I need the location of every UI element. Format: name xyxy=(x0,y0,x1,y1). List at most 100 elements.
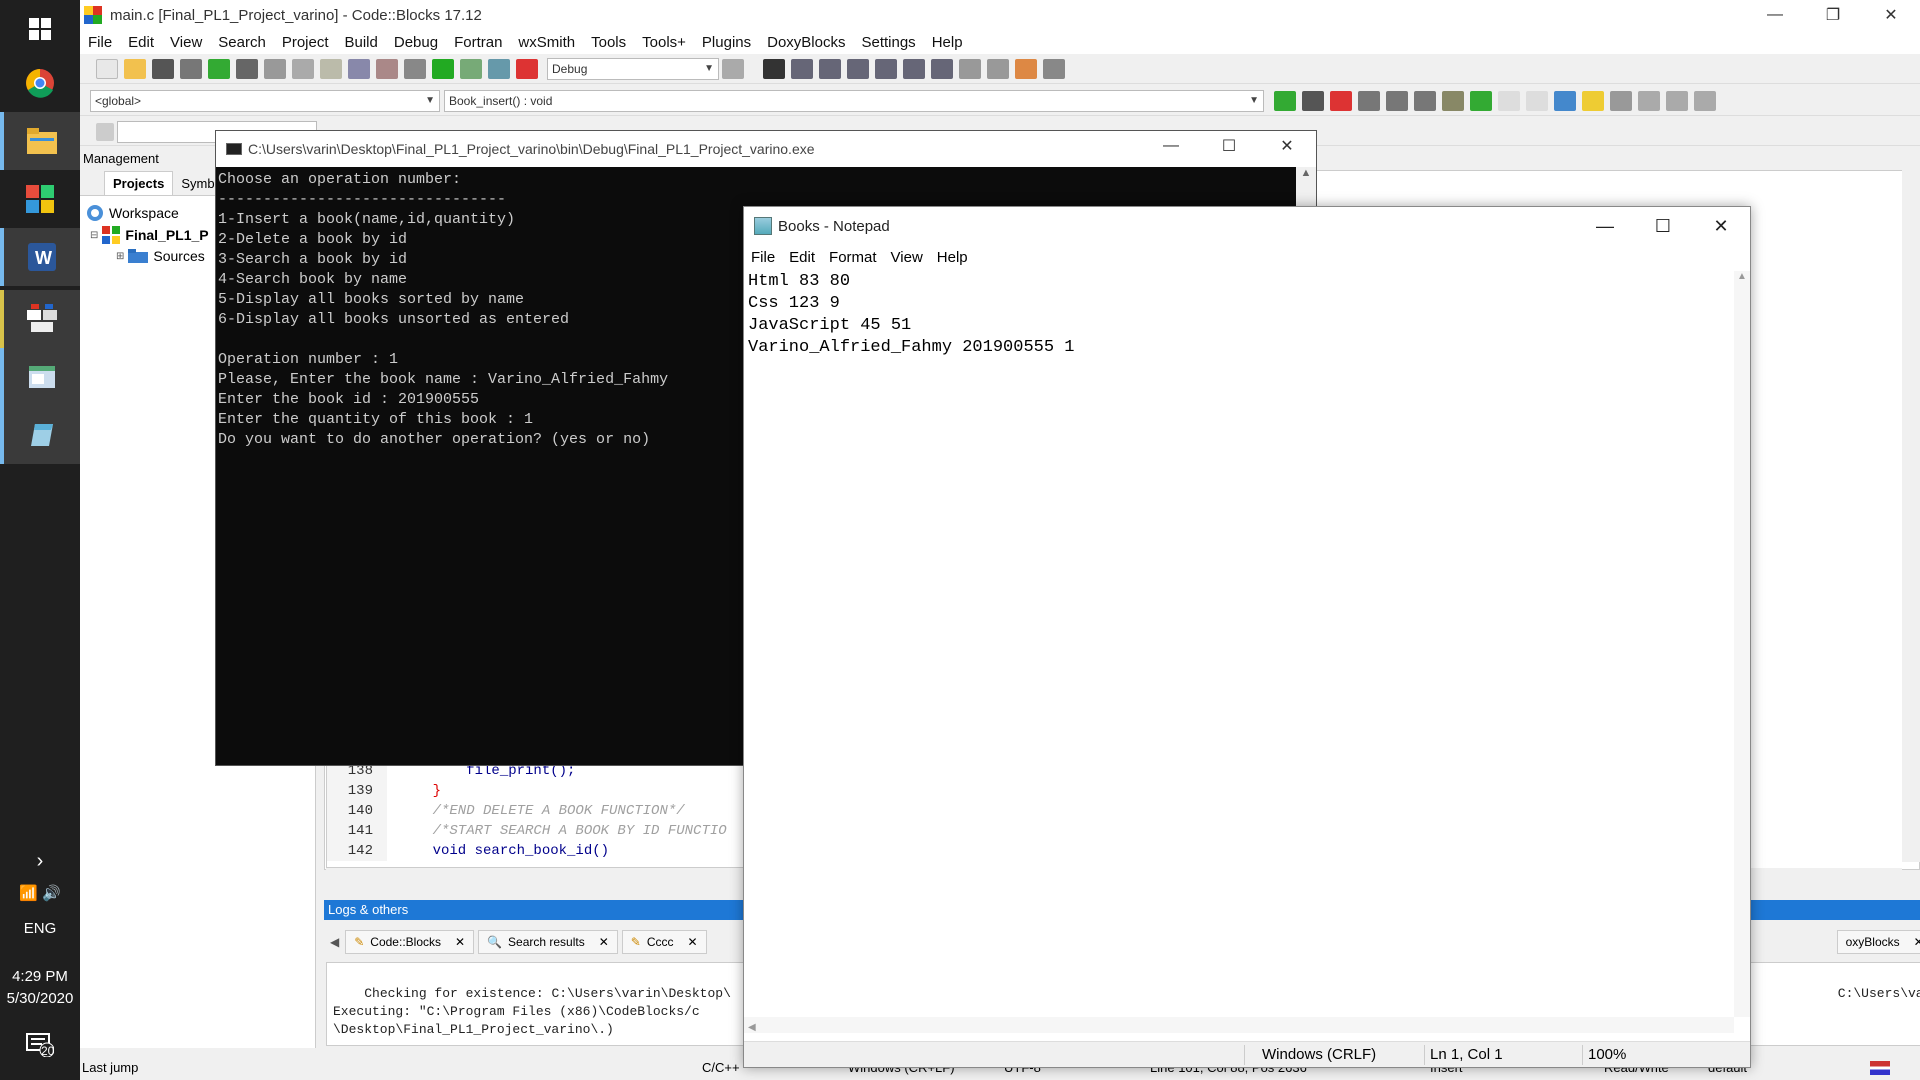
menu-file[interactable]: File xyxy=(80,34,120,51)
minimize-button[interactable]: — xyxy=(1746,0,1804,30)
nav-back-icon[interactable] xyxy=(1638,90,1660,111)
notepad-menu-help[interactable]: Help xyxy=(930,249,975,266)
console-maximize-button[interactable]: ☐ xyxy=(1200,131,1258,161)
action-center-button[interactable]: 20 xyxy=(0,1020,80,1070)
log-tab-codeblocks[interactable]: ✎ Code::Blocks ✕ xyxy=(345,930,475,954)
editor-vertical-scrollbar[interactable] xyxy=(1902,152,1920,862)
log-tab-cccc[interactable]: ✎ Cccc ✕ xyxy=(621,930,707,954)
close-icon[interactable]: ✕ xyxy=(599,935,609,949)
menu-search[interactable]: Search xyxy=(210,34,274,51)
menu-settings[interactable]: Settings xyxy=(853,34,923,51)
collapse-icon[interactable]: ⊟ xyxy=(90,230,98,241)
run-to-cursor-icon[interactable] xyxy=(791,58,813,79)
clear-bookmarks-icon[interactable] xyxy=(1414,90,1436,111)
tree-sources[interactable]: ⊞ Sources xyxy=(116,248,205,264)
taskbar-file-explorer[interactable] xyxy=(0,112,80,170)
new-file-icon[interactable] xyxy=(96,58,118,79)
target-dialog-icon[interactable] xyxy=(722,58,744,79)
codeblocks-titlebar[interactable]: main.c [Final_PL1_Project_varino] - Code… xyxy=(80,0,1920,30)
next-instruction-icon[interactable] xyxy=(903,58,925,79)
copy-icon[interactable] xyxy=(292,58,314,79)
log-tab-search-results[interactable]: 🔍 Search results ✕ xyxy=(478,930,618,954)
redo-icon[interactable] xyxy=(236,58,258,79)
clock-date[interactable]: 5/30/2020 xyxy=(0,990,80,1007)
prev-bookmark-icon[interactable] xyxy=(1358,90,1380,111)
taskbar-chrome[interactable] xyxy=(0,54,80,112)
tabs-scroll-left-icon[interactable]: ◀ xyxy=(330,935,339,949)
notepad-horizontal-scrollbar[interactable]: ◀ xyxy=(744,1017,1734,1033)
menu-plugins[interactable]: Plugins xyxy=(694,34,759,51)
rebuild-icon[interactable] xyxy=(488,58,510,79)
stop-debug-icon[interactable] xyxy=(987,58,1009,79)
console-minimize-button[interactable]: — xyxy=(1142,131,1200,161)
debug-info-icon[interactable] xyxy=(1043,58,1065,79)
scope-select[interactable]: <global> ▼ xyxy=(90,89,440,112)
debug-windows-icon[interactable] xyxy=(1015,58,1037,79)
cut-icon[interactable] xyxy=(264,58,286,79)
nav-dot-icon[interactable] xyxy=(1666,90,1688,111)
console-titlebar[interactable]: C:\Users\varin\Desktop\Final_PL1_Project… xyxy=(216,131,1316,167)
doxy-help-icon[interactable] xyxy=(1582,90,1604,111)
jump-forward-icon[interactable] xyxy=(1302,90,1324,111)
expand-icon[interactable]: ⊞ xyxy=(116,251,124,262)
line-comment-icon[interactable] xyxy=(1526,90,1548,111)
bookmark-icon[interactable] xyxy=(1330,90,1352,111)
input-language[interactable]: ENG xyxy=(0,920,80,937)
block-comment-icon[interactable] xyxy=(1498,90,1520,111)
tree-workspace[interactable]: Workspace xyxy=(86,204,179,222)
menu-fortran[interactable]: Fortran xyxy=(446,34,510,51)
replace-icon[interactable] xyxy=(376,58,398,79)
menu-build[interactable]: Build xyxy=(337,34,386,51)
jump-back-icon[interactable] xyxy=(1274,90,1296,111)
notepad-menu-format[interactable]: Format xyxy=(822,249,884,266)
step-instruction-icon[interactable] xyxy=(931,58,953,79)
menu-tools-plus[interactable]: Tools+ xyxy=(634,34,694,51)
close-icon[interactable]: ✕ xyxy=(1914,935,1920,949)
run-icon[interactable] xyxy=(432,58,454,79)
notepad-titlebar[interactable]: Books - Notepad — ☐ ✕ xyxy=(744,207,1750,245)
build-target-select[interactable]: Debug ▼ xyxy=(547,57,719,80)
close-icon[interactable]: ✕ xyxy=(688,935,698,949)
scroll-up-icon[interactable]: ▲ xyxy=(1734,271,1750,282)
doxy-html-icon[interactable] xyxy=(1554,90,1576,111)
abort-icon[interactable] xyxy=(516,58,538,79)
log-tab-doxyblocks[interactable]: oxyBlocks ✕ xyxy=(1836,930,1920,954)
menu-debug[interactable]: Debug xyxy=(386,34,446,51)
close-icon[interactable]: ✕ xyxy=(455,935,465,949)
wrench-icon[interactable] xyxy=(1610,90,1632,111)
network-volume-icon[interactable]: 📶 🔊 xyxy=(0,884,80,902)
clock-time[interactable]: 4:29 PM xyxy=(0,968,80,985)
notepad-minimize-button[interactable]: — xyxy=(1576,207,1634,245)
tree-project[interactable]: ⊟ Final_PL1_P xyxy=(90,226,209,244)
undo-icon[interactable] xyxy=(208,58,230,79)
taskbar-word[interactable]: W xyxy=(0,228,80,286)
next-line-icon[interactable] xyxy=(819,58,841,79)
console-close-button[interactable]: ✕ xyxy=(1258,131,1316,161)
function-select[interactable]: Book_insert() : void ▼ xyxy=(444,89,1264,112)
menu-doxyblocks[interactable]: DoxyBlocks xyxy=(759,34,853,51)
scroll-up-icon[interactable]: ▲ xyxy=(1296,167,1316,179)
notepad-vertical-scrollbar[interactable]: ▲ xyxy=(1734,271,1750,1017)
open-folder-icon[interactable] xyxy=(124,58,146,79)
notepad-menu-file[interactable]: File xyxy=(744,249,782,266)
save-all-icon[interactable] xyxy=(180,58,202,79)
build-run-icon[interactable] xyxy=(460,58,482,79)
taskbar-codeblocks[interactable] xyxy=(0,290,80,348)
taskbar-console-app[interactable] xyxy=(0,348,80,406)
notepad-window[interactable]: Books - Notepad — ☐ ✕ File Edit Format V… xyxy=(743,206,1751,1068)
menu-help[interactable]: Help xyxy=(924,34,971,51)
restore-button[interactable]: ❐ xyxy=(1804,0,1862,30)
menu-wxsmith[interactable]: wxSmith xyxy=(510,34,583,51)
notepad-close-button[interactable]: ✕ xyxy=(1692,207,1750,245)
start-button[interactable] xyxy=(0,0,80,58)
doxy-wizard-icon[interactable] xyxy=(1442,90,1464,111)
notepad-menu-view[interactable]: View xyxy=(884,249,930,266)
find-icon[interactable] xyxy=(348,58,370,79)
pause-icon[interactable] xyxy=(959,58,981,79)
clear-search-icon[interactable] xyxy=(96,122,114,141)
menu-view[interactable]: View xyxy=(162,34,210,51)
nav-forward-icon[interactable] xyxy=(1694,90,1716,111)
next-bookmark-icon[interactable] xyxy=(1386,90,1408,111)
show-hidden-icons-chevron-icon[interactable]: › xyxy=(0,850,80,873)
menu-project[interactable]: Project xyxy=(274,34,337,51)
